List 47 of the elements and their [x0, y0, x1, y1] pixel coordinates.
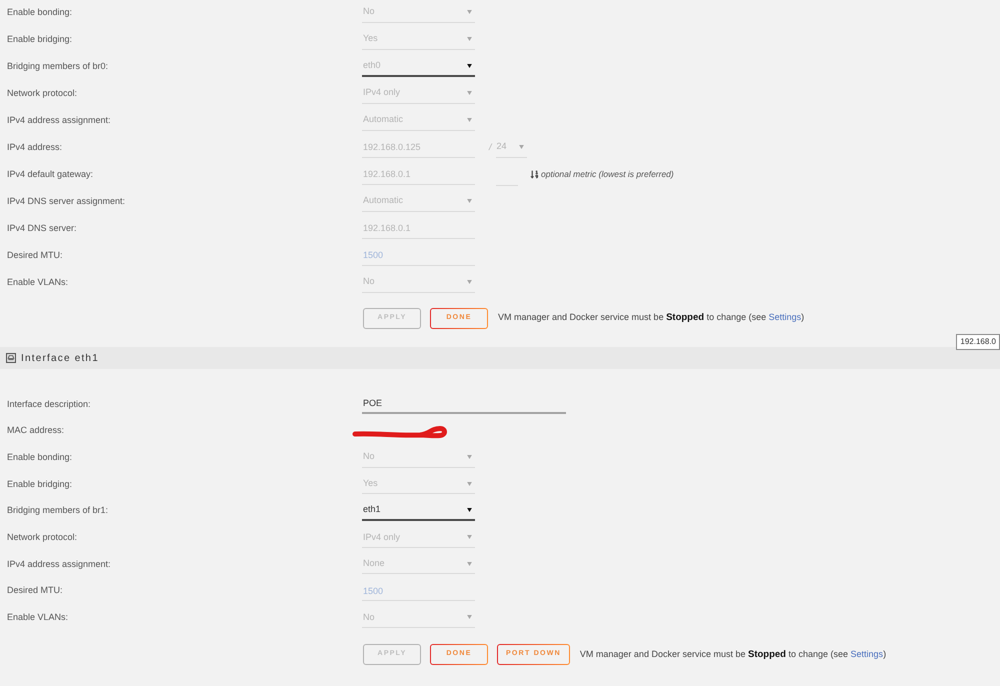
caret-down-icon	[467, 455, 472, 460]
settings-link[interactable]: Settings	[768, 312, 802, 322]
hint-text: optional metric (lowest is preferred)	[541, 168, 674, 181]
field-label: Network protocol:	[7, 86, 78, 100]
text-field[interactable]: POE	[362, 394, 566, 414]
field-label: IPv4 address:	[7, 140, 64, 154]
field-label: IPv4 default gateway:	[7, 168, 94, 181]
sort-numeric-icon	[530, 170, 539, 179]
caret-down-icon	[467, 615, 472, 620]
caret-down-icon	[467, 91, 472, 95]
caret-down-icon	[467, 508, 472, 512]
caret-down-icon	[467, 64, 472, 68]
caret-down-icon	[467, 280, 472, 284]
field-label: IPv4 address assignment:	[7, 114, 112, 127]
field-label: Enable bridging:	[7, 478, 74, 491]
caret-down-icon	[467, 482, 472, 486]
field-label: Desired MTU:	[7, 248, 64, 262]
caret-down-icon	[467, 37, 472, 41]
field-label: Enable bonding:	[7, 6, 74, 19]
caret-down-icon	[467, 10, 472, 14]
caret-down-icon	[467, 562, 472, 566]
dropdown-field[interactable]: eth1	[362, 501, 475, 522]
field-label: Enable VLANs:	[7, 276, 70, 289]
field-label: Enable bonding:	[7, 450, 74, 464]
field-label: Interface description:	[7, 398, 92, 411]
field-label: Enable bridging:	[7, 32, 74, 46]
dropdown-field[interactable]: eth0	[362, 56, 475, 76]
settings-link[interactable]: Settings	[850, 648, 884, 659]
caret-down-icon	[518, 145, 524, 149]
field-label: IPv4 DNS server:	[7, 222, 78, 235]
field-label: Bridging members of br1:	[7, 504, 110, 518]
notice-text: VM manager and Docker service must be Stopped to change (see Settings)	[580, 648, 886, 662]
field-label: Bridging members of br0:	[7, 60, 110, 73]
field-label: Desired MTU:	[7, 584, 64, 598]
field-label: Network protocol:	[7, 531, 78, 544]
field-label: MAC address:	[7, 424, 66, 438]
notice-text: VM manager and Docker service must be Stopped to change (see Settings)	[498, 311, 804, 326]
separator-text: /	[489, 140, 492, 154]
field-label: IPv4 address assignment:	[7, 558, 112, 571]
caret-down-icon	[467, 199, 472, 203]
ethernet-port-icon	[6, 353, 16, 363]
caret-down-icon	[467, 535, 472, 540]
section-title: Interface eth1	[21, 352, 99, 366]
field-label: IPv4 DNS server assignment:	[7, 194, 126, 208]
tooltip: 192.168.0	[956, 334, 1000, 350]
field-label: Enable VLANs:	[7, 611, 70, 624]
caret-down-icon	[467, 118, 472, 122]
